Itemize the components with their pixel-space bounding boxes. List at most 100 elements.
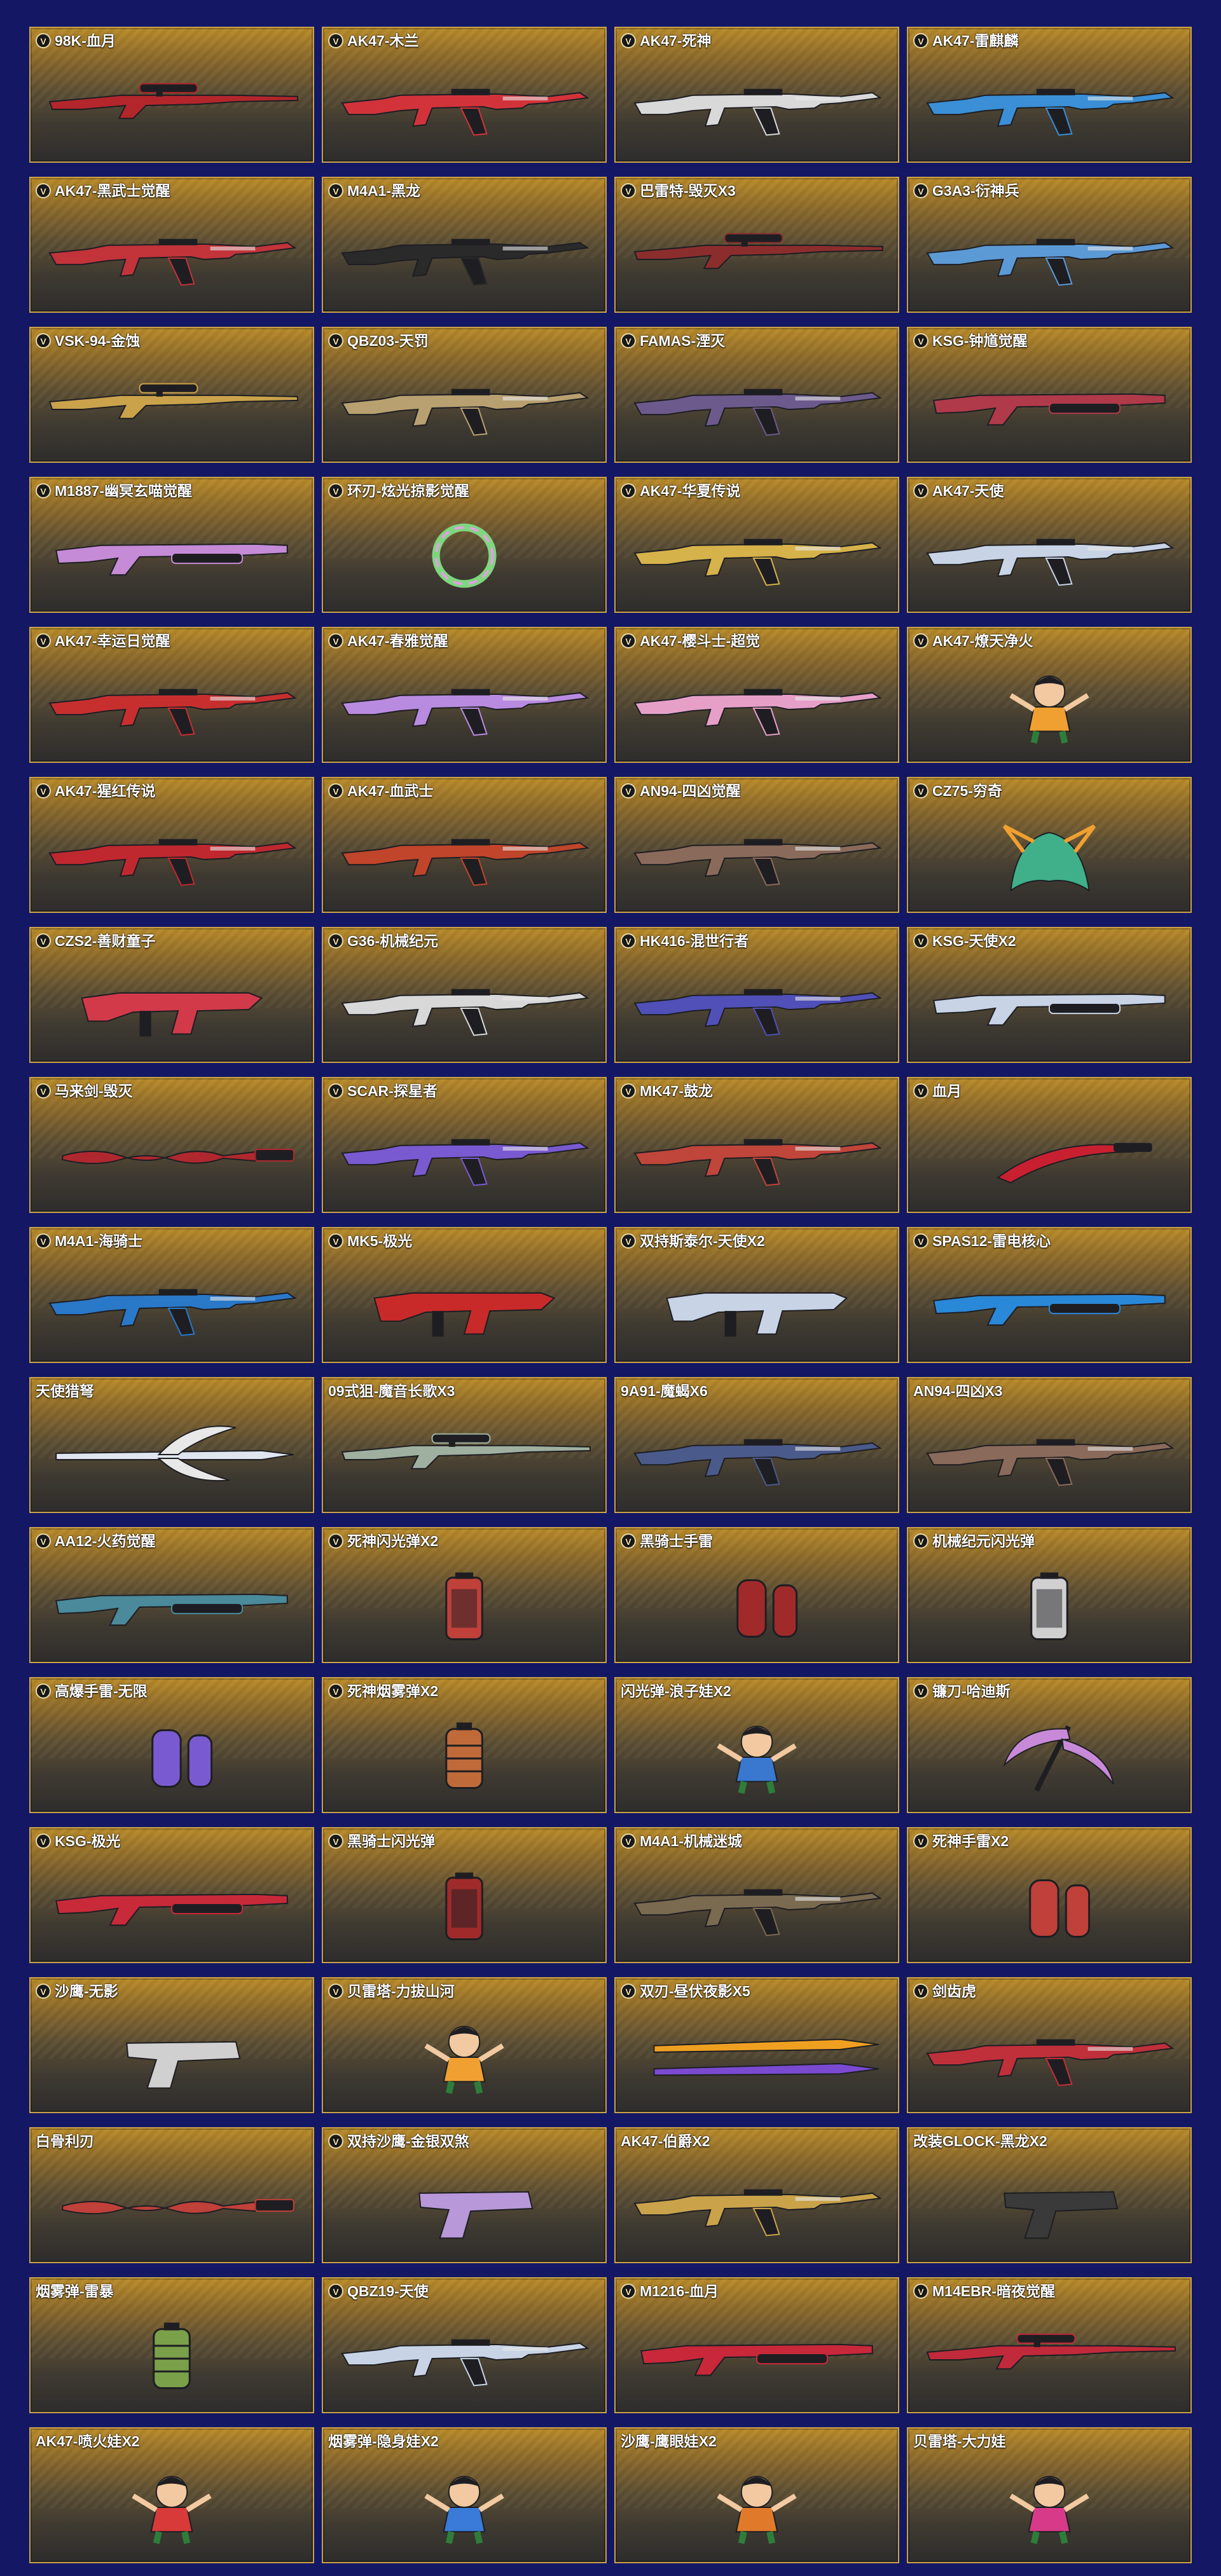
item-card[interactable]: V FAMAS-湮灭: [614, 327, 899, 463]
item-card[interactable]: 闪光弹-浪子娃X2: [614, 1677, 899, 1813]
item-card[interactable]: V AK47-猩红传说: [29, 777, 314, 913]
item-card[interactable]: V CZ75-穷奇: [907, 777, 1192, 913]
item-card[interactable]: V M1887-幽冥玄喵觉醒: [29, 477, 314, 613]
shotgun-icon: [921, 357, 1178, 453]
item-card[interactable]: V MK47-鼓龙: [614, 1077, 899, 1213]
item-card[interactable]: V 双持斯泰尔-天使X2: [614, 1227, 899, 1363]
item-card[interactable]: V G3A3-衍神兵: [907, 177, 1192, 313]
item-title: V AK47-樱斗士-超觉: [621, 632, 893, 650]
character-icon: [43, 2458, 300, 2553]
item-card[interactable]: 烟雾弹-隐身娃X2: [322, 2427, 607, 2563]
item-card[interactable]: V 黑骑士手雷: [614, 1527, 899, 1663]
character-icon: [628, 2458, 885, 2553]
item-card[interactable]: AK47-伯爵X2: [614, 2127, 899, 2263]
item-card[interactable]: AN94-四凶X3: [907, 1377, 1192, 1513]
item-card[interactable]: V 机械纪元闪光弹: [907, 1527, 1192, 1663]
item-card[interactable]: V MK5-极光: [322, 1227, 607, 1363]
vip-badge-icon: V: [36, 933, 51, 949]
item-title: AK47-喷火娃X2: [36, 2432, 308, 2450]
item-card[interactable]: V AK47-燎天净火: [907, 627, 1192, 763]
item-card[interactable]: 天使猎弩: [29, 1377, 314, 1513]
item-card[interactable]: V 马来剑-毁灭: [29, 1077, 314, 1213]
item-title: V KSG-极光: [36, 1832, 308, 1850]
item-card[interactable]: V AK47-血武士: [322, 777, 607, 913]
vip-badge-icon: V: [328, 1683, 343, 1699]
item-card[interactable]: V SPAS12-雷电核心: [907, 1227, 1192, 1363]
item-card[interactable]: V 高爆手雷-无限: [29, 1677, 314, 1813]
item-name: AK47-幸运日觉醒: [55, 633, 170, 649]
smg-icon: [336, 1257, 593, 1353]
item-name: 马来剑-毁灭: [55, 1083, 133, 1099]
item-card[interactable]: V KSG-天使X2: [907, 927, 1192, 1063]
item-card[interactable]: V G36-机械纪元: [322, 927, 607, 1063]
item-card[interactable]: V KSG-极光: [29, 1827, 314, 1963]
item-name: AK47-黑武士觉醒: [55, 182, 170, 199]
item-card[interactable]: 烟雾弹-雷暴: [29, 2277, 314, 2413]
item-name: 镰刀-哈迪斯: [932, 1683, 1011, 1699]
item-name: M4A1-海骑士: [55, 1233, 143, 1249]
vip-badge-icon: V: [36, 1983, 51, 1999]
item-card[interactable]: V AA12-火药觉醒: [29, 1527, 314, 1663]
item-card[interactable]: V AK47-幸运日觉醒: [29, 627, 314, 763]
item-card[interactable]: V QBZ03-天罚: [322, 327, 607, 463]
item-card[interactable]: V SCAR-探星者: [322, 1077, 607, 1213]
item-card[interactable]: V HK416-混世行者: [614, 927, 899, 1063]
item-card[interactable]: V 黑骑士闪光弹: [322, 1827, 607, 1963]
vip-badge-icon: V: [913, 1683, 928, 1699]
item-card[interactable]: V M4A1-机械迷城: [614, 1827, 899, 1963]
item-name: 高爆手雷-无限: [55, 1683, 148, 1699]
item-name: 黑骑士手雷: [640, 1533, 713, 1549]
item-card[interactable]: V M1216-血月: [614, 2277, 899, 2413]
item-card[interactable]: V 双刃-昼伏夜影X5: [614, 1977, 899, 2113]
item-card[interactable]: V 死神烟雾弹X2: [322, 1677, 607, 1813]
item-card[interactable]: V M14EBR-暗夜觉醒: [907, 2277, 1192, 2413]
item-card[interactable]: V 血月: [907, 1077, 1192, 1213]
item-card[interactable]: V 沙鹰-无影: [29, 1977, 314, 2113]
vip-badge-icon: V: [913, 1833, 928, 1849]
item-card[interactable]: V AK47-雷麒麟: [907, 27, 1192, 163]
item-card[interactable]: V 巴雷特-毁灭X3: [614, 177, 899, 313]
item-title: 烟雾弹-雷暴: [36, 2282, 308, 2300]
vip-badge-icon: V: [36, 1083, 51, 1099]
item-card[interactable]: V M4A1-黑龙: [322, 177, 607, 313]
item-title: V CZS2-善财童子: [36, 932, 308, 950]
item-title: 烟雾弹-隐身娃X2: [328, 2432, 600, 2450]
item-card[interactable]: V 死神闪光弹X2: [322, 1527, 607, 1663]
item-card[interactable]: V 贝雷塔-力拔山河: [322, 1977, 607, 2113]
ring-blade-icon: [336, 507, 593, 603]
item-card[interactable]: 白骨利刃: [29, 2127, 314, 2263]
item-card[interactable]: 9A91-魔蝎X6: [614, 1377, 899, 1513]
item-card[interactable]: AK47-喷火娃X2: [29, 2427, 314, 2563]
vip-badge-icon: V: [36, 1833, 51, 1849]
item-card[interactable]: V AK47-死神: [614, 27, 899, 163]
item-card[interactable]: 09式狙-魔音长歌X3: [322, 1377, 607, 1513]
item-card[interactable]: V 双持沙鹰-金银双煞: [322, 2127, 607, 2263]
item-card[interactable]: V QBZ19-天使: [322, 2277, 607, 2413]
vip-badge-icon: V: [36, 483, 51, 498]
vip-badge-icon: V: [328, 2134, 343, 2149]
item-card[interactable]: 贝雷塔-大力娃: [907, 2427, 1192, 2563]
item-card[interactable]: V 镰刀-哈迪斯: [907, 1677, 1192, 1813]
item-card[interactable]: V AK47-樱斗士-超觉: [614, 627, 899, 763]
item-card[interactable]: V AK47-黑武士觉醒: [29, 177, 314, 313]
item-card[interactable]: V 剑齿虎: [907, 1977, 1192, 2113]
assault-rifle-icon: [336, 207, 593, 303]
item-card[interactable]: V AK47-华夏传说: [614, 477, 899, 613]
item-card[interactable]: V 死神手雷X2: [907, 1827, 1192, 1963]
item-name: MK5-极光: [347, 1233, 413, 1249]
item-card[interactable]: V AK47-天使: [907, 477, 1192, 613]
blade-icon: [921, 1107, 1178, 1203]
item-card[interactable]: V VSK-94-金蚀: [29, 327, 314, 463]
item-card[interactable]: 改装GLOCK-黑龙X2: [907, 2127, 1192, 2263]
item-card[interactable]: V AN94-四凶觉醒: [614, 777, 899, 913]
item-card[interactable]: V AK47-木兰: [322, 27, 607, 163]
item-card[interactable]: V M4A1-海骑士: [29, 1227, 314, 1363]
item-card[interactable]: V AK47-春雅觉醒: [322, 627, 607, 763]
vip-badge-icon: V: [621, 783, 636, 798]
item-card[interactable]: 沙鹰-鹰眼娃X2: [614, 2427, 899, 2563]
item-card[interactable]: V 环刃-炫光掠影觉醒: [322, 477, 607, 613]
item-card[interactable]: V 98K-血月: [29, 27, 314, 163]
item-name: G36-机械纪元: [347, 933, 439, 949]
item-card[interactable]: V CZS2-善财童子: [29, 927, 314, 1063]
item-card[interactable]: V KSG-钟馗觉醒: [907, 327, 1192, 463]
